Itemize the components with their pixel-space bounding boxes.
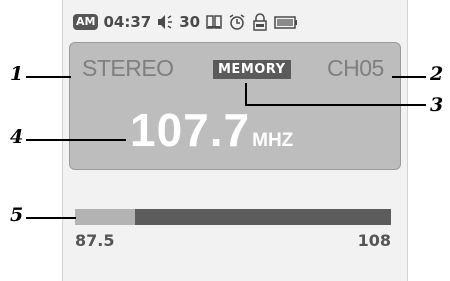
channel-label: CH05 <box>327 55 384 81</box>
battery-icon <box>274 13 298 31</box>
radio-info-panel: STEREO MEMORY CH05 107.7 MHZ <box>69 42 401 170</box>
callout-3: 3 <box>430 94 444 116</box>
frequency-display: 107.7 MHZ <box>130 103 370 156</box>
status-bar: AM 04:37 30 <box>73 8 397 36</box>
leader-line-2 <box>392 76 426 78</box>
tuning-bar <box>75 209 391 225</box>
leader-line-3b <box>245 104 426 106</box>
callout-2: 2 <box>430 63 444 85</box>
callout-4: 4 <box>10 126 24 148</box>
speaker-icon <box>156 13 174 31</box>
leader-line-4 <box>26 139 126 141</box>
lock-icon <box>251 13 269 31</box>
tuning-bar-fill <box>75 209 136 225</box>
leader-line-1 <box>26 76 71 78</box>
mode-row: STEREO MEMORY CH05 <box>82 55 394 85</box>
frequency-value: 107.7 <box>130 104 251 156</box>
memory-badge: MEMORY <box>213 60 291 79</box>
frequency-unit: MHZ <box>252 130 294 151</box>
book-icon <box>205 13 223 31</box>
audio-mode-label: STEREO <box>82 55 174 81</box>
callout-5: 5 <box>10 204 24 226</box>
tuning-max-label: 108 <box>357 231 391 250</box>
leader-line-5 <box>26 217 76 219</box>
am-badge: AM <box>73 14 99 30</box>
leader-line-3a <box>245 83 247 105</box>
alarm-clock-icon <box>228 13 246 31</box>
tuning-min-label: 87.5 <box>75 231 115 250</box>
clock-time: 04:37 <box>103 13 152 31</box>
volume-level: 30 <box>179 13 201 31</box>
callout-1: 1 <box>10 63 24 85</box>
